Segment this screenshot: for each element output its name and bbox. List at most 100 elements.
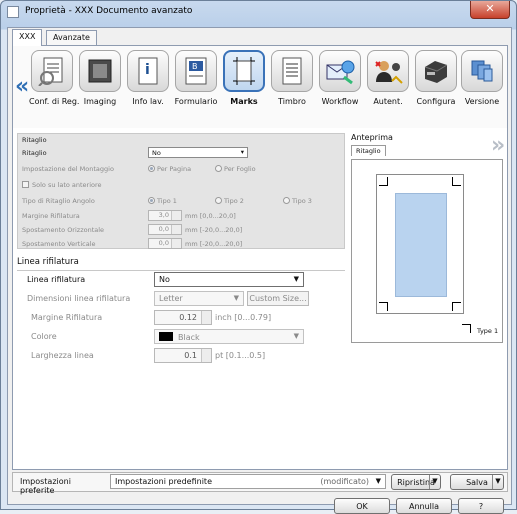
- settings-area: Ritaglio Ritaglio No ▾ Impostazione del M…: [13, 129, 347, 469]
- radio-label: Tipo 3: [292, 197, 312, 205]
- crop-mark-icon: [379, 177, 388, 186]
- spinner-arrows-icon: [171, 211, 181, 220]
- margine-rif-spinner[interactable]: 0.12: [154, 310, 212, 325]
- colore-value: Black: [178, 333, 200, 342]
- toolbar-autent[interactable]: Autent.: [365, 50, 411, 124]
- preview-page: [376, 174, 464, 314]
- tab-avanzate[interactable]: Avanzate: [46, 30, 97, 46]
- checkbox-icon: [22, 181, 29, 188]
- printable-area: [395, 193, 447, 297]
- preview-box: Type 1: [351, 159, 503, 343]
- orizz-spinner[interactable]: 0,0: [148, 224, 182, 235]
- montaggio-label: Impostazione del Montaggio: [22, 165, 114, 173]
- radio-label: Tipo 1: [157, 197, 177, 205]
- toolbar-imaging[interactable]: Imaging: [77, 50, 123, 124]
- close-button[interactable]: ✕: [470, 1, 510, 19]
- larghezza-unit: pt [0.1...0.5]: [215, 351, 266, 360]
- ritaglio-select[interactable]: No ▾: [148, 147, 248, 158]
- save-label: Salva: [466, 478, 488, 487]
- form-icon: B: [185, 57, 207, 85]
- job-info-icon: i: [138, 57, 158, 85]
- toolbar-label: Formulario: [174, 97, 218, 106]
- toolbar-conf-reg[interactable]: Conf. di Reg.: [29, 50, 80, 124]
- solo-lato-checkbox[interactable]: Solo su lato anteriore: [22, 181, 102, 189]
- spinner-arrows-icon: [171, 239, 181, 248]
- function-toolbar: « » Conf. di Reg. Imaging i Info lav. B …: [13, 46, 507, 158]
- margine-rif-label: Margine Rifilatura: [31, 313, 103, 322]
- larghezza-label: Larghezza linea: [31, 351, 94, 360]
- colore-select[interactable]: Black ▼: [154, 329, 304, 344]
- scroll-right-icon[interactable]: »: [491, 133, 517, 158]
- preview-header: Anteprima: [351, 133, 393, 142]
- vert-label: Spostamento Verticale: [22, 240, 96, 248]
- configure-icon: [424, 61, 448, 83]
- toolbar-configura[interactable]: Configura: [413, 50, 459, 124]
- toolbar-timbro[interactable]: Timbro: [269, 50, 315, 124]
- toolbar-label: Autent.: [373, 97, 403, 106]
- ritaglio-value: No: [152, 149, 161, 157]
- radio-icon: [148, 165, 155, 172]
- version-icon: [471, 60, 493, 82]
- toolbar-label: Versione: [464, 97, 500, 106]
- dim-select[interactable]: Letter ▼: [154, 291, 244, 306]
- toolbar-workflow[interactable]: Workflow: [317, 50, 363, 124]
- stamp-icon: [282, 57, 302, 85]
- help-button[interactable]: ?: [458, 498, 504, 514]
- dialog-body: XXX Avanzate « » Conf. di Reg. Imaging i…: [7, 27, 512, 514]
- toolbar-formulario[interactable]: B Formulario: [173, 50, 219, 124]
- app-icon: [7, 6, 19, 18]
- toolbar-label: Imaging: [83, 97, 117, 106]
- dim-label: Dimensioni linea rifilatura: [27, 294, 131, 303]
- custom-size-button[interactable]: Custom Size...: [247, 291, 309, 306]
- cancel-button[interactable]: Annulla: [396, 498, 452, 514]
- title-bar: Proprietà - XXX Documento avanzato ✕: [1, 1, 516, 23]
- montaggio-per-foglio[interactable]: Per Foglio: [215, 165, 256, 173]
- toolbar-versione[interactable]: Versione: [459, 50, 505, 124]
- radio-label: Per Foglio: [224, 165, 256, 173]
- preview-tab[interactable]: Ritaglio: [351, 145, 386, 156]
- margine-unit: mm [0,0...20,0]: [185, 212, 236, 220]
- larghezza-spinner[interactable]: 0.1: [154, 348, 212, 363]
- margine-label: Margine Rifilatura: [22, 212, 80, 220]
- divider: [17, 270, 345, 271]
- radio-icon: [215, 165, 222, 172]
- linea-header: Linea rifilatura: [17, 257, 79, 267]
- workflow-icon: [326, 60, 355, 85]
- chevron-down-icon[interactable]: ▼: [429, 475, 440, 489]
- tab-xxx[interactable]: XXX: [12, 29, 43, 46]
- ok-button[interactable]: OK: [334, 498, 390, 514]
- ritaglio-header: Ritaglio: [22, 136, 47, 144]
- linea-value: No: [159, 275, 170, 284]
- scroll-left-icon[interactable]: «: [15, 74, 29, 99]
- auth-icon: [375, 61, 403, 84]
- save-button[interactable]: Salva ▼: [450, 474, 504, 490]
- tipo-1-radio[interactable]: Tipo 1: [148, 197, 177, 205]
- imaging-icon: [88, 59, 112, 83]
- tipo-label: Tipo di Ritaglio Angolo: [22, 197, 95, 205]
- linea-label: Linea rifilatura: [27, 275, 86, 284]
- colore-label: Colore: [31, 332, 57, 341]
- tipo-2-radio[interactable]: Tipo 2: [215, 197, 244, 205]
- toolbar-marks[interactable]: Marks: [221, 50, 267, 124]
- crop-mark-icon: [379, 302, 388, 311]
- radio-label: Tipo 2: [224, 197, 244, 205]
- toolbar-info-lav[interactable]: i Info lav.: [125, 50, 171, 124]
- vert-spinner[interactable]: 0,0: [148, 238, 182, 249]
- margine-value: 3,0: [158, 211, 169, 219]
- radio-icon: [148, 197, 155, 204]
- chevron-down-icon: ▼: [233, 294, 239, 302]
- tipo-3-radio[interactable]: Tipo 3: [283, 197, 312, 205]
- window-title: Proprietà - XXX Documento avanzato: [25, 6, 193, 16]
- toolbar-label: Conf. di Reg.: [29, 97, 80, 106]
- chevron-down-icon[interactable]: ▼: [492, 475, 503, 489]
- restore-button[interactable]: Ripristina ▼: [391, 474, 441, 490]
- margine-spinner[interactable]: 3,0: [148, 210, 182, 221]
- toolbar-label: Marks: [230, 97, 258, 106]
- toolbar-label: Workflow: [321, 97, 359, 106]
- pref-select[interactable]: Impostazioni predefinite (modificato) ▼: [110, 474, 386, 489]
- dialog-window: Proprietà - XXX Documento avanzato ✕ XXX…: [0, 0, 517, 514]
- linea-select[interactable]: No ▼: [154, 272, 304, 287]
- ritaglio-group: Ritaglio Ritaglio No ▾ Impostazione del M…: [17, 133, 345, 249]
- spinner-arrows-icon: [171, 225, 181, 234]
- montaggio-per-pagina[interactable]: Per Pagina: [148, 165, 191, 173]
